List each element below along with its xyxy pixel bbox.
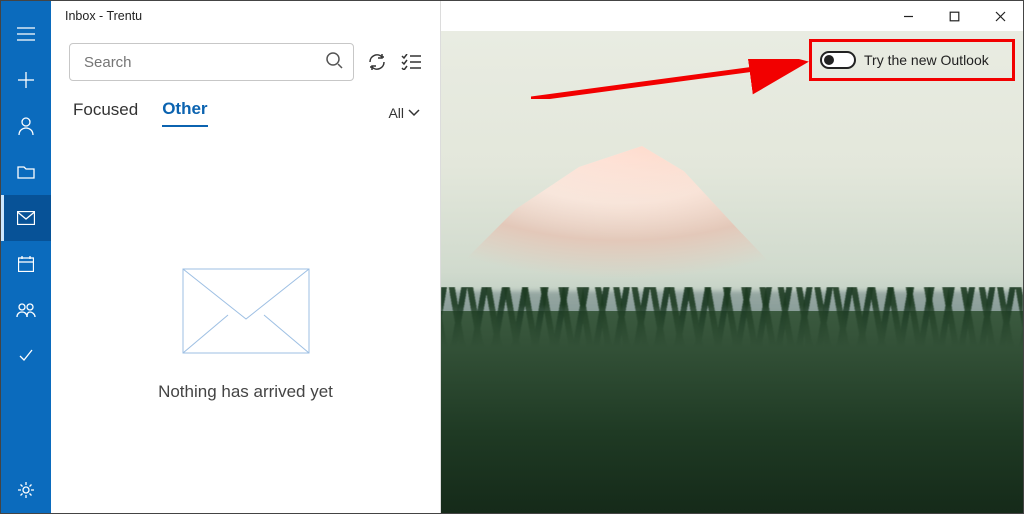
nav-rail — [1, 1, 51, 513]
people-nav-button[interactable] — [1, 287, 51, 333]
refresh-icon — [367, 52, 387, 72]
search-icon — [325, 51, 343, 74]
search-box[interactable] — [69, 43, 354, 81]
todo-nav-button[interactable] — [1, 333, 51, 379]
filter-dropdown[interactable]: All — [388, 105, 420, 121]
maximize-button[interactable] — [931, 1, 977, 31]
people-icon — [16, 302, 36, 318]
tab-other[interactable]: Other — [162, 99, 207, 127]
settings-button[interactable] — [1, 467, 51, 513]
hamburger-menu-button[interactable] — [1, 11, 51, 57]
empty-message-text: Nothing has arrived yet — [158, 382, 333, 402]
sync-button[interactable] — [366, 51, 388, 73]
tab-focused[interactable]: Focused — [73, 100, 138, 126]
empty-inbox-state: Nothing has arrived yet — [51, 127, 440, 513]
filter-label: All — [388, 105, 404, 121]
reading-pane-background — [441, 31, 1023, 513]
app-window: Inbox - Trentu — [0, 0, 1024, 514]
folders-button[interactable] — [1, 149, 51, 195]
try-new-outlook-label: Try the new Outlook — [864, 52, 989, 68]
titlebar: Inbox - Trentu — [51, 1, 1023, 31]
gear-icon — [17, 481, 35, 499]
focused-other-tabs: Focused Other All — [51, 81, 440, 127]
close-button[interactable] — [977, 1, 1023, 31]
accounts-button[interactable] — [1, 103, 51, 149]
chevron-down-icon — [408, 109, 420, 117]
folder-icon — [17, 165, 35, 179]
hamburger-icon — [17, 27, 35, 41]
mail-nav-button[interactable] — [1, 195, 51, 241]
try-new-outlook-toggle[interactable] — [820, 51, 856, 69]
try-new-outlook-callout: Try the new Outlook — [809, 39, 1015, 81]
search-input[interactable] — [84, 54, 325, 71]
mail-icon — [17, 211, 35, 225]
selection-list-icon — [401, 54, 421, 70]
minimize-button[interactable] — [885, 1, 931, 31]
new-mail-button[interactable] — [1, 57, 51, 103]
person-icon — [18, 117, 34, 135]
checkmark-icon — [18, 348, 34, 364]
empty-envelope-icon — [182, 268, 310, 354]
window-title: Inbox - Trentu — [65, 9, 142, 23]
window-controls — [885, 1, 1023, 31]
calendar-nav-button[interactable] — [1, 241, 51, 287]
plus-icon — [18, 72, 34, 88]
message-list-panel: Focused Other All Nothing has arrived ye… — [51, 1, 441, 513]
calendar-icon — [18, 256, 34, 272]
select-mode-button[interactable] — [400, 51, 422, 73]
